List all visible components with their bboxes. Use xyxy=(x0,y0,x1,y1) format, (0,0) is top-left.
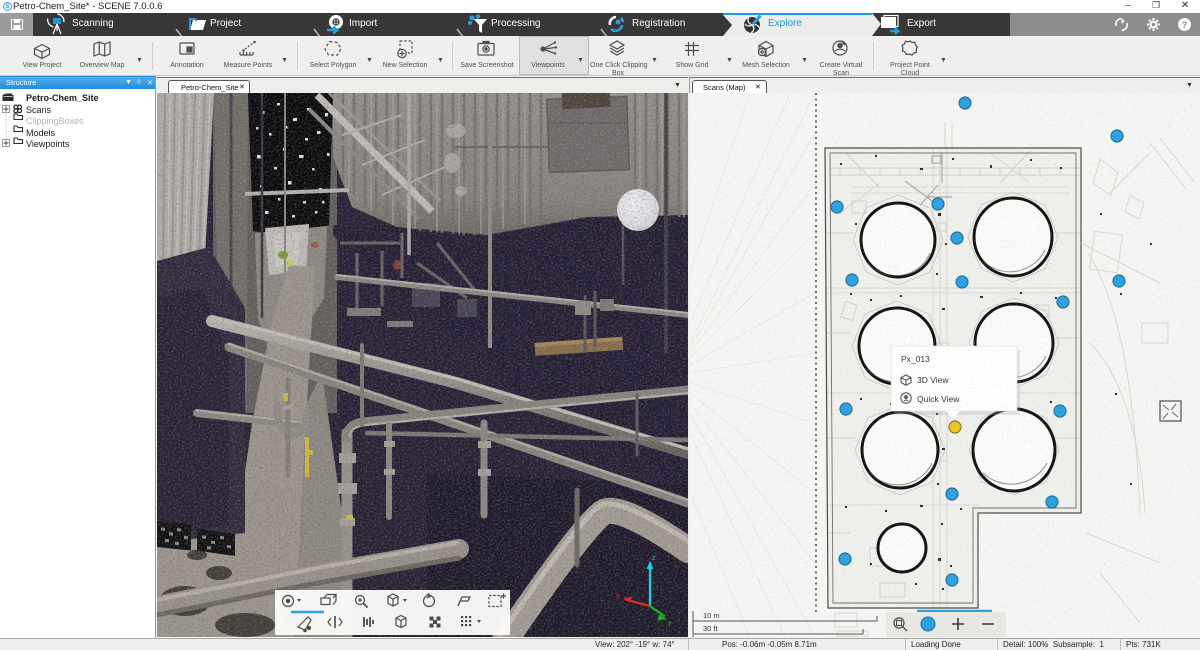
svg-text:?: ? xyxy=(1182,20,1188,30)
svg-text:x: x xyxy=(616,593,620,600)
svg-text:30 ft: 30 ft xyxy=(703,624,719,633)
svg-text:10 m: 10 m xyxy=(703,611,720,620)
svg-text:z: z xyxy=(652,555,656,562)
svg-text:y: y xyxy=(668,620,672,627)
